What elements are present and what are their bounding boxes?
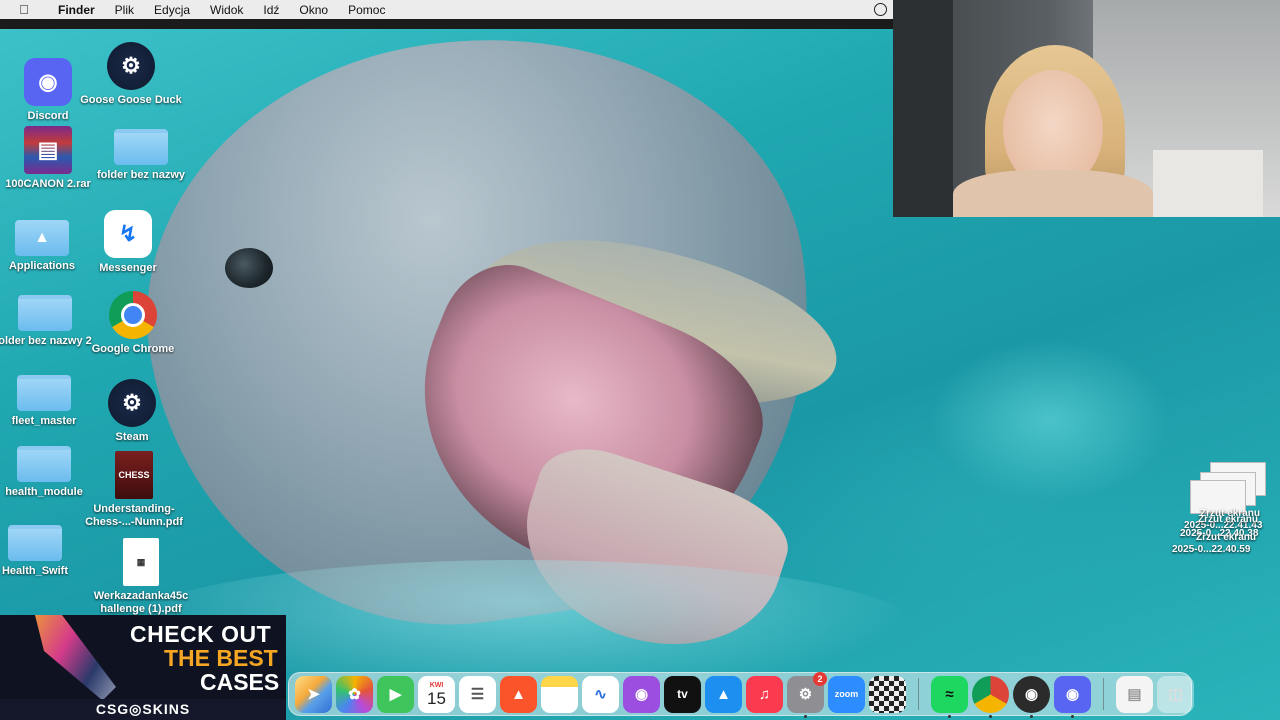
promo-headline-2: THE BEST (164, 645, 278, 671)
dock-appletv-icon[interactable]: tv (664, 675, 701, 713)
dock-facetime-icon[interactable]: ▶ (377, 675, 414, 713)
running-indicator (989, 714, 992, 718)
dock-discord-icon[interactable]: ◉ (1054, 675, 1091, 718)
dock-chess-icon[interactable] (869, 675, 906, 713)
steam-icon: ⚙ (108, 379, 156, 427)
dock-trash-icon[interactable]: ◫ (1157, 675, 1194, 713)
dock-brave-icon[interactable]: ▲ (500, 675, 537, 713)
promo-headline-3: CASES (200, 669, 280, 695)
desktop-icon-messenger[interactable]: ↯ Messenger (73, 210, 183, 275)
steam-icon: ⚙ (107, 42, 155, 90)
desktop-icon-google-chrome[interactable]: Google Chrome (78, 291, 188, 356)
desktop-icon-folder-bez-nazwy[interactable]: folder bez nazwy (86, 129, 196, 182)
dock-podcasts-icon[interactable]: ◉ (623, 675, 660, 713)
desktop-icon-goose-goose-duck[interactable]: ⚙ Goose Goose Duck (76, 42, 186, 107)
desktop-icon-label-line2: Chess-...-Nunn.pdf (85, 516, 183, 528)
dock-separator (1103, 678, 1104, 710)
apple-menu-icon[interactable]:  (0, 2, 48, 17)
desktop-icon-werkazadanka-pdf[interactable]: ▦ Werkazadanka45c hallenge (1).pdf (86, 538, 196, 616)
menu-okno[interactable]: Okno (289, 3, 338, 17)
wallpaper-dolphin-eye (225, 248, 273, 288)
dock-reminders-icon[interactable]: ☰ (459, 675, 496, 713)
desktop-icon-label: 100CANON 2.rar (5, 178, 91, 190)
calendar-day: 15 (427, 689, 446, 708)
desktop-icon-label: Goose Goose Duck (80, 94, 182, 106)
dock-music-icon[interactable]: ♫ (746, 675, 783, 713)
dock: ➤ ✿ ▶ KWI 15 ☰ ▲ ∿ ◉ tv ▲ ♫ ⚙ 2 zoom ≈ ◉… (288, 671, 1194, 718)
applications-folder-icon: ▲ (15, 220, 69, 256)
dock-chrome-icon[interactable] (972, 675, 1009, 718)
promo-headline-1: CHECK OUT (130, 621, 272, 647)
menu-widok[interactable]: Widok (200, 3, 253, 17)
control-center-icon[interactable] (874, 3, 887, 16)
webcam-background-shelf (1153, 150, 1263, 217)
notification-badge: 2 (813, 671, 827, 686)
screenshot-label: Zrzut ekranu (1198, 514, 1259, 525)
desktop-icon-label: Applications (8, 260, 75, 272)
dock-notes-icon[interactable] (541, 675, 578, 713)
status-strip (0, 19, 893, 29)
menu-idz[interactable]: Idź (253, 3, 289, 17)
webcam-background-left (893, 0, 953, 217)
desktop-icon-label: Understanding- (93, 503, 175, 515)
running-indicator (804, 714, 807, 718)
chrome-icon (109, 291, 157, 339)
running-indicator (1071, 714, 1074, 718)
desktop-icon-steam[interactable]: ⚙ Steam (77, 379, 187, 444)
menu-plik[interactable]: Plik (105, 3, 144, 17)
dock-photos-icon[interactable]: ✿ (336, 675, 373, 713)
running-indicator (948, 714, 951, 718)
screenshot-stack[interactable]: Zrzut ekranu 2025-0...22.41.43 Zrzut ekr… (1168, 462, 1278, 562)
messenger-icon: ↯ (104, 210, 152, 258)
dock-appstore-icon[interactable]: ▲ (705, 675, 742, 713)
webcam-person-shoulders (953, 170, 1153, 217)
dock-system-settings-icon[interactable]: ⚙ 2 (787, 671, 827, 718)
dock-spotify-icon[interactable]: ≈ (931, 675, 968, 718)
desktop-icon-label: Discord (27, 110, 69, 122)
folder-icon (18, 295, 72, 331)
menu-app-name[interactable]: Finder (48, 3, 105, 17)
dock-maps-icon[interactable]: ➤ (295, 675, 332, 713)
menu-edycja[interactable]: Edycja (144, 3, 200, 17)
desktop-icon-health-swift[interactable]: Health_Swift (0, 525, 90, 578)
dock-separator (918, 678, 919, 710)
dock-zoom-icon[interactable]: zoom (828, 675, 865, 713)
desktop-icon-label: Steam (115, 431, 149, 443)
desktop-icon-label: fleet_master (11, 415, 77, 427)
dock-freeform-icon[interactable]: ∿ (582, 675, 619, 713)
desktop-icon-label: Google Chrome (91, 343, 175, 355)
screenshot-label: 2025-0...22.40.59 (1172, 544, 1251, 555)
screenshot-label: Zrzut ekranu (1196, 532, 1257, 543)
menu-pomoc[interactable]: Pomoc (338, 3, 395, 17)
running-indicator (1030, 714, 1033, 718)
promo-brand-logo: CSG◎SKINS (0, 699, 286, 720)
desktop-icon-label: folder bez nazwy (96, 169, 186, 181)
pdf-icon: ▦ (123, 538, 159, 586)
folder-icon (114, 129, 168, 165)
book-icon: CHESS (115, 451, 153, 499)
folder-icon (8, 525, 62, 561)
discord-icon: ◉ (24, 58, 72, 106)
desktop-icon-label: health_module (5, 486, 83, 498)
dock-obs-icon[interactable]: ◉ (1013, 675, 1050, 718)
dock-calendar-icon[interactable]: KWI 15 (418, 675, 455, 713)
menu-bar:  Finder Plik Edycja Widok Idź Okno Pomo… (0, 0, 893, 19)
desktop-icon-understanding-chess-pdf[interactable]: CHESS Understanding- Chess-...-Nunn.pdf (79, 451, 189, 529)
desktop-icon-label: Health_Swift (1, 565, 68, 577)
desktop-icon-label: Werkazadanka45c (93, 590, 189, 602)
dock-document-icon[interactable]: ▤ (1116, 675, 1153, 713)
promo-banner[interactable]: CHECK OUT THE BEST CASES CSG◎SKINS (0, 615, 286, 720)
webcam-overlay (893, 0, 1280, 217)
archive-icon: ▤ (24, 126, 72, 174)
folder-icon (17, 446, 71, 482)
desktop-icon-label: Messenger (99, 262, 157, 274)
folder-icon (17, 375, 71, 411)
knife-graphic (35, 615, 116, 701)
